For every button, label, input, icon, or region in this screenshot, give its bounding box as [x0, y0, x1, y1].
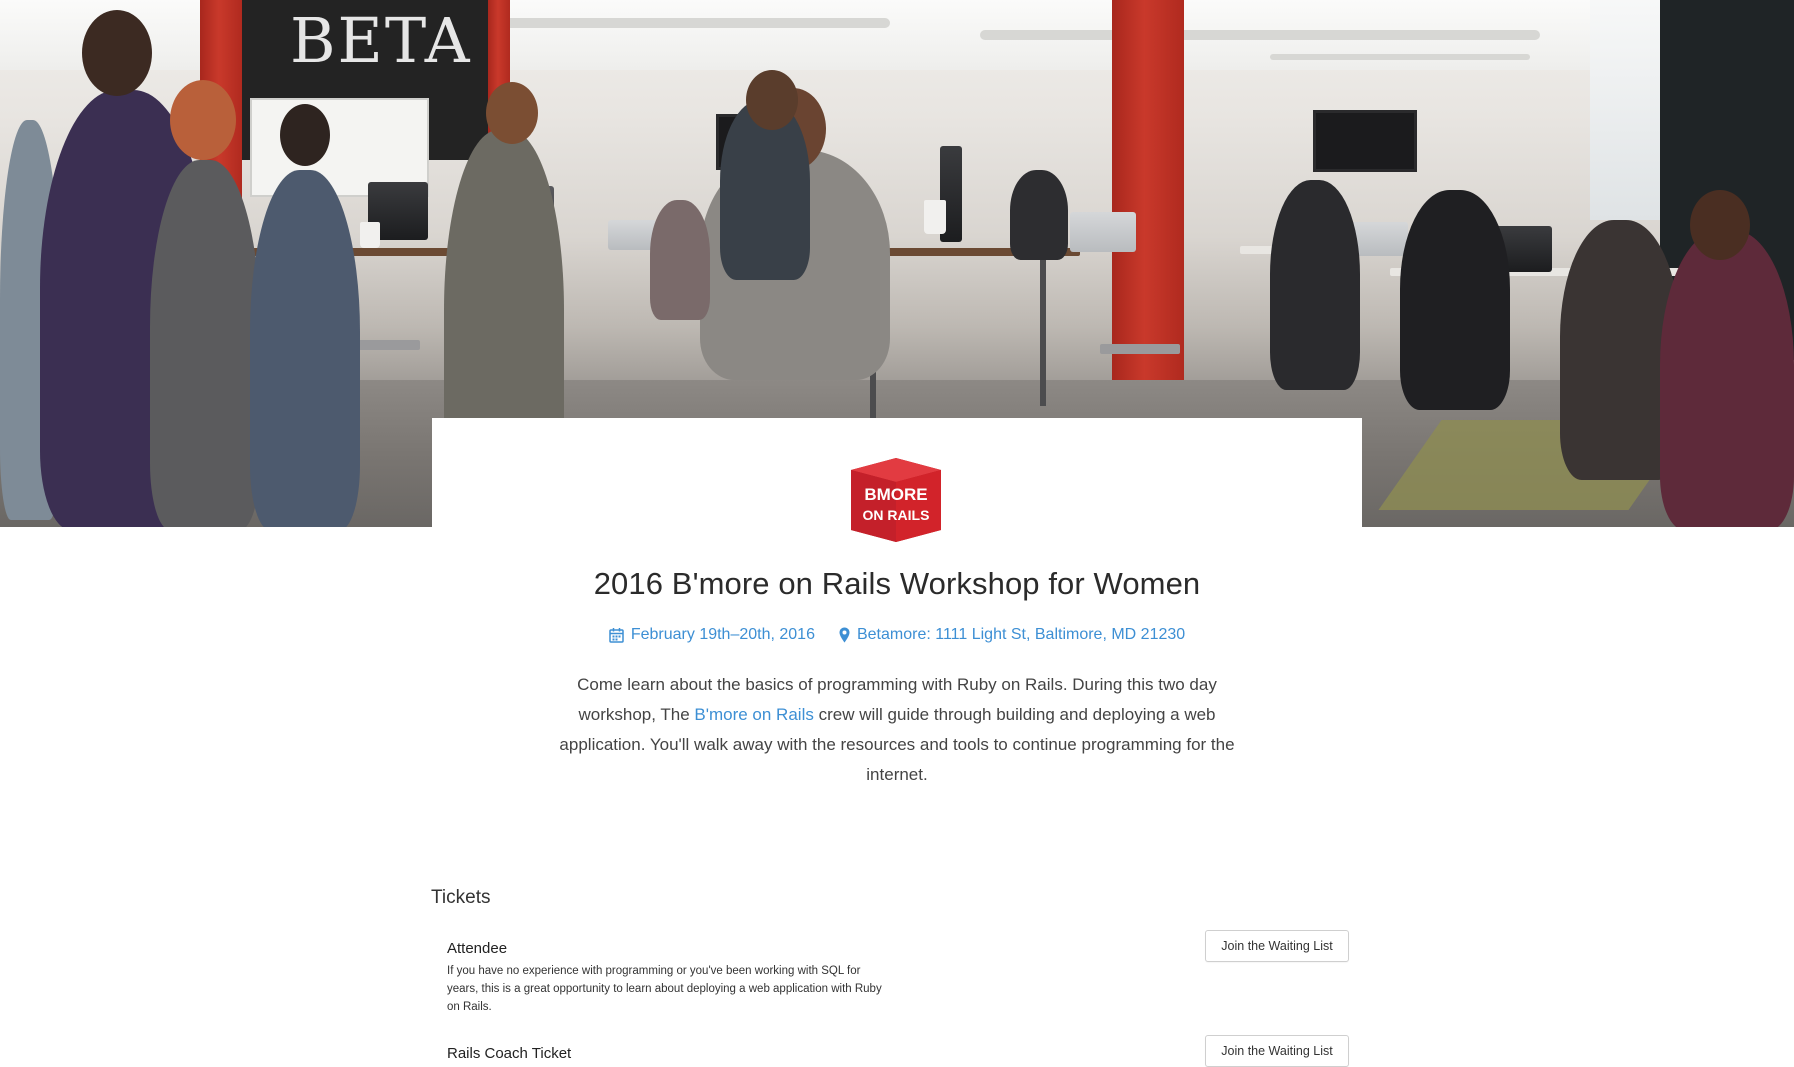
- event-location-text: Betamore: 1111 Light St, Baltimore, MD 2…: [856, 626, 1186, 643]
- hero-person-head: [1690, 190, 1750, 260]
- hero-duct: [470, 18, 890, 28]
- hero-laptop: [608, 220, 656, 250]
- hero-person: [1660, 230, 1794, 527]
- hero-duct: [1270, 54, 1530, 60]
- calendar-icon: [609, 628, 624, 643]
- join-waiting-list-button[interactable]: Join the Waiting List: [1205, 930, 1349, 962]
- hero-person: [150, 160, 260, 527]
- hero-person: [250, 170, 360, 527]
- ticket-rails-coach: Rails Coach Ticket Join the Waiting List: [447, 1035, 1349, 1067]
- hero-cup: [924, 200, 946, 234]
- tickets-heading: Tickets: [431, 887, 491, 908]
- bmore-on-rails-logo-icon: BMORE ON RAILS: [851, 458, 941, 542]
- event-location[interactable]: Betamore: 1111 Light St, Baltimore, MD 2…: [839, 626, 1185, 644]
- logo-line2: ON RAILS: [863, 507, 930, 523]
- hero-person: [1400, 190, 1510, 410]
- hero-person-head: [486, 82, 538, 144]
- hero-chalkboard-text: BETA: [290, 4, 472, 77]
- map-pin-icon: [839, 627, 850, 643]
- hero-person: [1010, 170, 1068, 260]
- event-date-text: February 19th–20th, 2016: [630, 626, 815, 643]
- hero-stool: [1100, 344, 1180, 354]
- event-date[interactable]: February 19th–20th, 2016: [609, 626, 815, 644]
- ticket-attendee: Attendee If you have no experience with …: [447, 930, 1349, 1016]
- hero-tv: [1313, 110, 1417, 172]
- hero-laptop: [1070, 212, 1136, 252]
- logo-line1: BMORE: [864, 485, 927, 504]
- hero-person-head: [82, 10, 152, 96]
- hero-cup: [360, 222, 380, 248]
- hero-person: [1270, 180, 1360, 390]
- hero-person-head: [170, 80, 236, 160]
- hero-person: [650, 200, 710, 320]
- event-meta: February 19th–20th, 2016 Betamore: 1111 …: [0, 626, 1794, 644]
- hero-table-leg: [1040, 256, 1046, 406]
- hero-duct: [980, 30, 1540, 40]
- join-waiting-list-button[interactable]: Join the Waiting List: [1205, 1035, 1349, 1067]
- bmore-on-rails-link[interactable]: B'more on Rails: [694, 705, 813, 724]
- hero-pillar: [1112, 0, 1184, 400]
- event-title: 2016 B'more on Rails Workshop for Women: [593, 566, 1201, 601]
- hero-person-head: [280, 104, 330, 166]
- hero-window: [1590, 0, 1660, 220]
- event-description: Come learn about the basics of programmi…: [540, 670, 1254, 790]
- hero-person-head: [746, 70, 798, 130]
- bmore-on-rails-logo: BMORE ON RAILS: [849, 458, 943, 542]
- ticket-description: If you have no experience with programmi…: [447, 965, 882, 1013]
